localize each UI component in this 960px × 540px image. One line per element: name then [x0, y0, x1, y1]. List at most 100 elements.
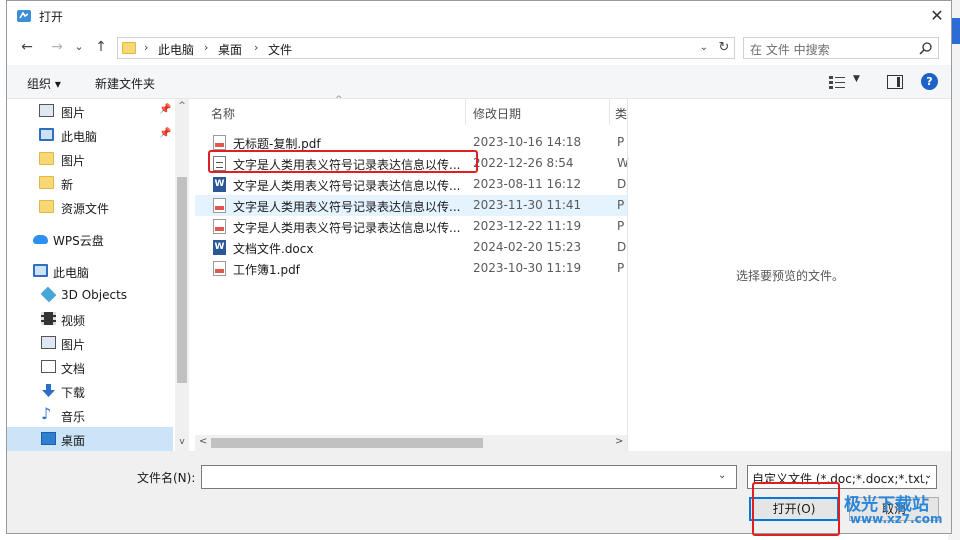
nav-item-3d-objects[interactable]: 3D Objects [7, 283, 173, 307]
file-type-filter-dropdown[interactable]: ⌄ [922, 470, 933, 481]
help-icon[interactable]: ? [921, 73, 938, 90]
up-button[interactable]: ↑ [91, 37, 111, 57]
open-file-dialog: 打开 ✕ ← → ⌄ ↑ › 此电脑 › 桌面 › 文件 ⌄ ↻ 在 文件 中搜… [6, 0, 952, 534]
open-button[interactable]: 打开(O) [749, 497, 839, 521]
nav-label: 视频 [61, 314, 86, 328]
organize-menu[interactable]: 组织 ▾ [27, 75, 61, 92]
file-type: P [617, 135, 625, 149]
scroll-left-arrow[interactable]: < [199, 436, 207, 447]
file-name: 无标题-复制.pdf [233, 137, 321, 151]
file-row[interactable]: 文字是人类用表义符号记录表达信息以传... 2023-11-30 11:41 P [195, 195, 627, 216]
nav-label: 新 [61, 178, 74, 192]
column-divider[interactable] [465, 99, 466, 125]
scroll-up-arrow[interactable]: ^ [177, 101, 187, 111]
file-type-filter[interactable]: 自定义文件 (*.doc;*.docx;*.txt; ⌄ [747, 465, 937, 489]
address-bar[interactable]: › 此电脑 › 桌面 › 文件 ⌄ ↻ [117, 37, 735, 59]
file-name: 文字是人类用表义符号记录表达信息以传... [233, 221, 461, 235]
file-row[interactable]: W 文字是人类用表义符号记录表达信息以传... 2023-08-11 16:12… [195, 174, 627, 195]
close-button[interactable]: ✕ [927, 7, 947, 25]
dialog-title: 打开 [39, 10, 64, 24]
nav-item-wps-cloud[interactable]: WPS云盘 [7, 227, 173, 251]
word-file-icon: W [213, 240, 226, 255]
breadcrumb-files[interactable]: 文件 [268, 41, 292, 58]
file-name: 文字是人类用表义符号记录表达信息以传... [233, 158, 461, 172]
nav-scroll-thumb[interactable] [177, 177, 187, 383]
nav-label: 图片 [61, 154, 86, 168]
preview-message: 选择要预览的文件。 [735, 269, 844, 283]
file-row[interactable]: 无标题-复制.pdf 2023-10-16 14:18 P [195, 132, 627, 153]
nav-label: 文档 [61, 362, 86, 376]
file-date: 2023-11-30 11:41 [473, 198, 582, 212]
preview-pane-icon[interactable] [887, 75, 903, 89]
file-date: 2024-02-20 15:23 [473, 240, 582, 254]
cloud-icon [33, 235, 48, 244]
pin-icon: 📌 [159, 128, 172, 139]
computer-icon [33, 264, 48, 277]
watermark: 极光下载站 www.xz7.com [834, 488, 954, 532]
filename-input[interactable]: ⌄ [201, 465, 737, 489]
file-row[interactable]: 文字是人类用表义符号记录表达信息以传... 2023-12-22 11:19 P [195, 216, 627, 237]
nav-scrollbar[interactable]: ^ v [175, 99, 189, 451]
file-row[interactable]: 工作簿1.pdf 2023-10-30 11:19 P [195, 258, 627, 279]
column-header-date[interactable]: 修改日期 [473, 105, 521, 131]
search-placeholder: 在 文件 中搜索 [750, 43, 830, 57]
nav-item-this-pc-quick[interactable]: 此电脑 📌 [7, 123, 173, 147]
hscroll-thumb[interactable] [211, 438, 483, 448]
nav-item-resources[interactable]: 资源文件 [7, 195, 173, 219]
word-file-icon: W [213, 177, 226, 192]
nav-label: WPS云盘 [53, 234, 104, 248]
column-header-type[interactable]: 类 [615, 105, 627, 131]
view-options-icon[interactable] [829, 75, 847, 89]
nav-label: 此电脑 [61, 130, 98, 144]
pdf-file-icon [213, 261, 226, 276]
nav-item-music[interactable]: ♪ 音乐 [7, 403, 173, 427]
filename-label: 文件名(N): [137, 471, 196, 485]
file-name: 文字是人类用表义符号记录表达信息以传... [233, 179, 461, 193]
nav-item-documents[interactable]: 文档 [7, 355, 173, 379]
watermark-url: www.xz7.com [850, 512, 943, 526]
nav-item-videos[interactable]: 视频 [7, 307, 173, 331]
pdf-file-icon [213, 219, 226, 234]
nav-item-this-pc[interactable]: 此电脑 [7, 259, 173, 283]
sort-indicator-icon: ^ [335, 95, 343, 105]
folder-icon [39, 152, 54, 165]
breadcrumb-this-pc[interactable]: 此电脑 [158, 41, 194, 58]
search-box[interactable]: 在 文件 中搜索 [743, 37, 939, 59]
nav-item-pictures[interactable]: 图片 [7, 331, 173, 355]
refresh-button[interactable]: ↻ [716, 40, 732, 56]
nav-label: 音乐 [61, 410, 86, 424]
breadcrumb-desktop[interactable]: 桌面 [218, 41, 242, 58]
back-button[interactable]: ← [17, 37, 37, 57]
view-options-dropdown[interactable]: ▼ [853, 74, 860, 84]
file-list-hscrollbar[interactable]: < > [195, 435, 627, 451]
nav-item-new-folder[interactable]: 新 [7, 171, 173, 195]
recent-locations-dropdown[interactable]: ⌄ [69, 37, 89, 57]
nav-item-pictures-quick[interactable]: 图片 📌 [7, 99, 173, 123]
scroll-right-arrow[interactable]: > [615, 436, 623, 447]
nav-label: 资源文件 [61, 202, 110, 216]
column-divider[interactable] [609, 99, 610, 125]
pictures-icon [39, 104, 54, 117]
forward-button[interactable]: → [47, 37, 67, 57]
computer-icon [39, 128, 54, 141]
filename-dropdown[interactable]: ⌄ [718, 470, 726, 481]
nav-item-downloads[interactable]: 下载 [7, 379, 173, 403]
file-date: 2022-12-26 8:54 [473, 156, 574, 170]
scroll-down-arrow[interactable]: v [177, 437, 187, 447]
nav-label: 此电脑 [53, 266, 90, 280]
folder-icon [39, 200, 54, 213]
file-row[interactable]: 文字是人类用表义符号记录表达信息以传... 2022-12-26 8:54 W [195, 153, 629, 174]
nav-label: 下载 [61, 386, 86, 400]
file-list: 名称 ^ 修改日期 类 无标题-复制.pdf 2023-10-16 14:18 … [195, 95, 629, 449]
new-folder-button[interactable]: 新建文件夹 [95, 75, 155, 92]
desktop-icon [41, 432, 56, 445]
nav-item-desktop[interactable]: 桌面 [7, 427, 173, 451]
address-dropdown[interactable]: ⌄ [696, 40, 712, 56]
breadcrumb-separator: › [144, 41, 149, 54]
file-row[interactable]: W 文档文件.docx 2024-02-20 15:23 D [195, 237, 627, 258]
file-date: 2023-08-11 16:12 [473, 177, 582, 191]
column-header-name[interactable]: 名称 [211, 105, 235, 131]
dialog-footer: 文件名(N): ⌄ 自定义文件 (*.doc;*.docx;*.txt; ⌄ 打… [7, 451, 951, 533]
navigation-pane: 图片 📌 此电脑 📌 图片 新 资源文件 WPS云盘 此电脑 3D Object… [7, 99, 189, 451]
nav-item-pictures-folder[interactable]: 图片 [7, 147, 173, 171]
